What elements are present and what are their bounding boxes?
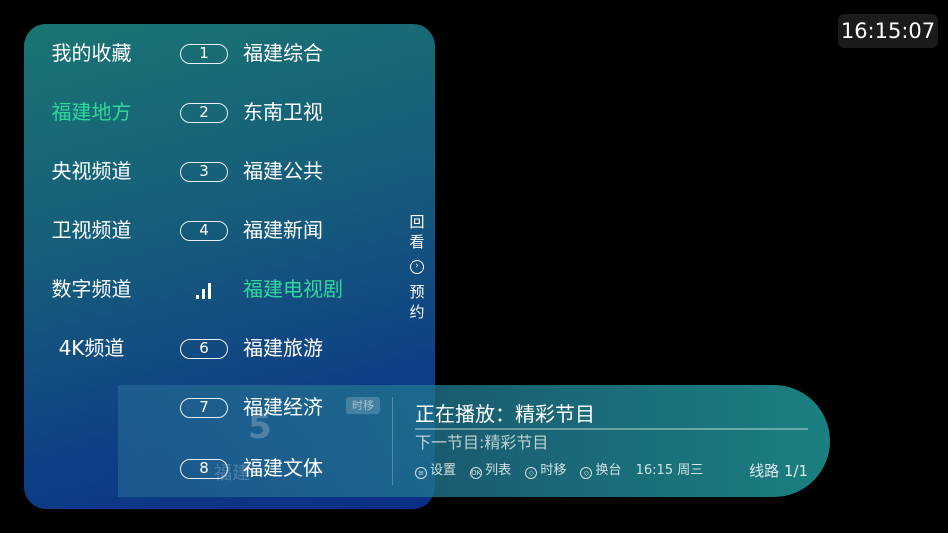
channel-item[interactable]: 1 福建综合 xyxy=(180,39,380,67)
ghost-channel-label: 福建 xyxy=(214,463,250,484)
signal-bars-icon xyxy=(196,279,216,299)
channel-item[interactable]: 3 福建公共 xyxy=(180,157,380,185)
category-cctv[interactable]: 央视频道 xyxy=(24,157,159,185)
line-indicator[interactable]: 线路 1/1 xyxy=(749,460,808,482)
channel-number: 6 xyxy=(180,339,228,359)
channel-name: 东南卫视 xyxy=(243,100,323,124)
channel-name: 福建新闻 xyxy=(243,218,323,242)
channel-number: 2 xyxy=(180,103,228,123)
category-favorites[interactable]: 我的收藏 xyxy=(24,39,159,67)
channel-number: 4 xyxy=(180,221,228,241)
clock: 16:15:07 xyxy=(838,14,938,48)
channel-number: 3 xyxy=(180,162,228,182)
progress-bar xyxy=(415,428,808,430)
divider xyxy=(392,397,393,485)
replay-label[interactable]: 回看 xyxy=(407,212,427,252)
hint-change-channel: ◇ 换台 xyxy=(580,462,621,480)
channel-name: 福建综合 xyxy=(243,41,323,65)
category-satellite[interactable]: 卫视频道 xyxy=(24,216,159,244)
hint-timeshift: ◇ 时移 xyxy=(525,462,566,480)
reserve-label[interactable]: 预约 xyxy=(407,282,427,322)
channel-item-active[interactable]: 福建电视剧 xyxy=(180,275,380,303)
key-hints: ≡ 设置 OK 列表 ◇ 时移 ◇ 换台 16:15 周三 xyxy=(415,462,713,480)
left-right-icon: ◇ xyxy=(525,467,538,479)
next-program: 下一节目:精彩节目 xyxy=(415,433,549,452)
chevron-right-circle-icon[interactable]: › xyxy=(410,260,424,274)
menu-icon: ≡ xyxy=(415,467,427,479)
channel-name: 福建公共 xyxy=(243,159,323,183)
category-fujian-local[interactable]: 福建地方 xyxy=(24,98,159,126)
hint-datetime: 16:15 周三 xyxy=(635,463,704,478)
timeshift-tag: 时移 xyxy=(346,397,380,414)
now-playing-bar: 5 时移 福建 正在播放：精彩节目 下一节目:精彩节目 ≡ 设置 OK 列表 ◇ 时移… xyxy=(118,385,830,497)
up-down-icon: ◇ xyxy=(580,467,593,479)
category-digital[interactable]: 数字频道 xyxy=(24,275,159,303)
channel-item[interactable]: 2 东南卫视 xyxy=(180,98,380,126)
hint-settings: ≡ 设置 xyxy=(415,462,456,480)
now-playing-title: 正在播放：精彩节目 xyxy=(415,402,595,426)
hint-list: OK 列表 xyxy=(470,463,512,479)
ghost-channel-number: 5 xyxy=(248,407,272,447)
channel-item[interactable]: 4 福建新闻 xyxy=(180,216,380,244)
channel-number: 1 xyxy=(180,44,228,64)
category-4k[interactable]: 4K频道 xyxy=(24,334,159,362)
channel-name: 福建旅游 xyxy=(243,336,323,360)
ok-icon: OK xyxy=(470,467,483,479)
channel-name: 福建电视剧 xyxy=(243,277,343,301)
channel-item[interactable]: 6 福建旅游 xyxy=(180,334,380,362)
